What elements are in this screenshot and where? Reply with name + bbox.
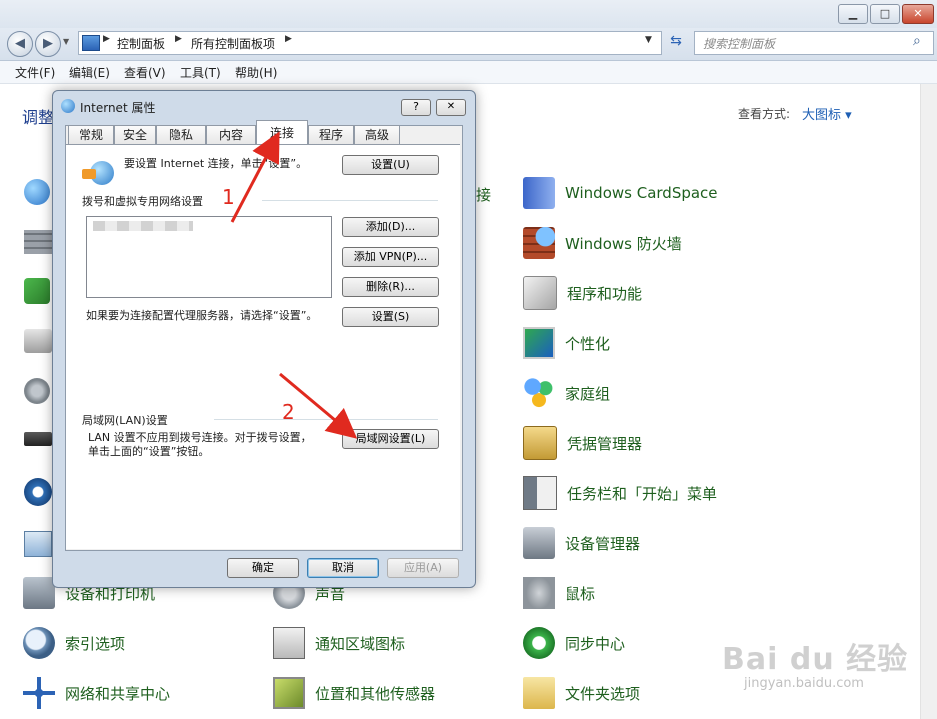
arrow-to-connections-tab <box>230 131 280 223</box>
annotation-arrows <box>230 131 358 439</box>
annotation-step-1: 1 <box>222 185 235 209</box>
annotation-step-2: 2 <box>282 400 295 424</box>
